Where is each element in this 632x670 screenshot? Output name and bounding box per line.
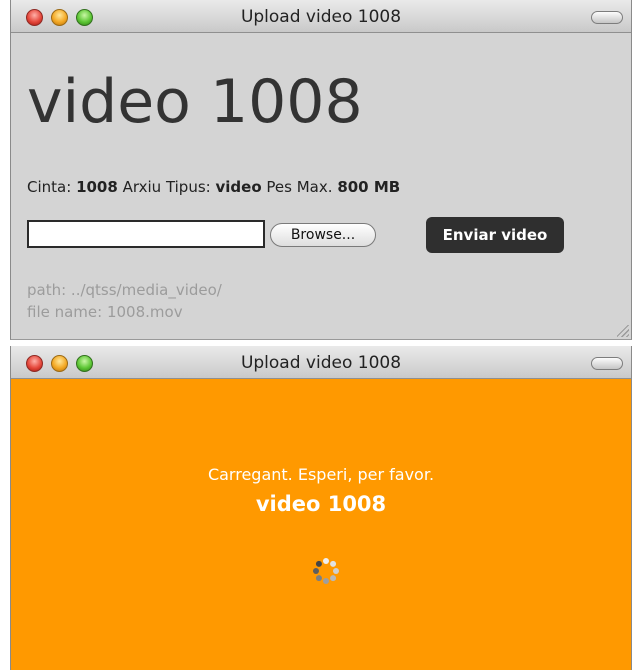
upload-window-titlebar[interactable]: Upload video 1008 <box>11 0 631 33</box>
send-video-button[interactable]: Enviar video <box>426 217 564 253</box>
upload-window: Upload video 1008 video 1008 Cinta: 1008… <box>10 0 632 340</box>
cinta-value: 1008 <box>76 178 118 196</box>
resize-grip-icon[interactable] <box>617 325 629 337</box>
loading-window: Upload video 1008 Carregant. Esperi, per… <box>10 346 632 670</box>
loading-video-title: video 1008 <box>255 492 387 516</box>
loading-window-titlebar[interactable]: Upload video 1008 <box>11 346 631 379</box>
tipus-value: video <box>215 178 262 196</box>
file-path-input[interactable] <box>27 220 265 248</box>
cinta-label: Cinta: <box>27 178 72 196</box>
pes-value: 800 MB <box>337 178 401 196</box>
loading-message: Carregant. Esperi, per favor. <box>207 465 435 484</box>
browse-button[interactable]: Browse... <box>270 223 376 247</box>
window-title: Upload video 1008 <box>240 353 402 373</box>
loading-spinner-icon <box>313 558 339 584</box>
tipus-label: Arxiu Tipus: <box>122 178 211 196</box>
file-name-text: file name: 1008.mov <box>27 303 183 321</box>
window-title: Upload video 1008 <box>240 7 402 27</box>
page-title: video 1008 <box>27 67 363 137</box>
pes-label: Pes Max. <box>266 178 333 196</box>
toolbar-toggle-icon[interactable] <box>591 357 623 370</box>
file-info-line: Cinta: 1008 Arxiu Tipus: video Pes Max. … <box>27 178 400 196</box>
toolbar-toggle-icon[interactable] <box>591 11 623 24</box>
path-text: path: ../qtss/media_video/ <box>27 281 222 299</box>
